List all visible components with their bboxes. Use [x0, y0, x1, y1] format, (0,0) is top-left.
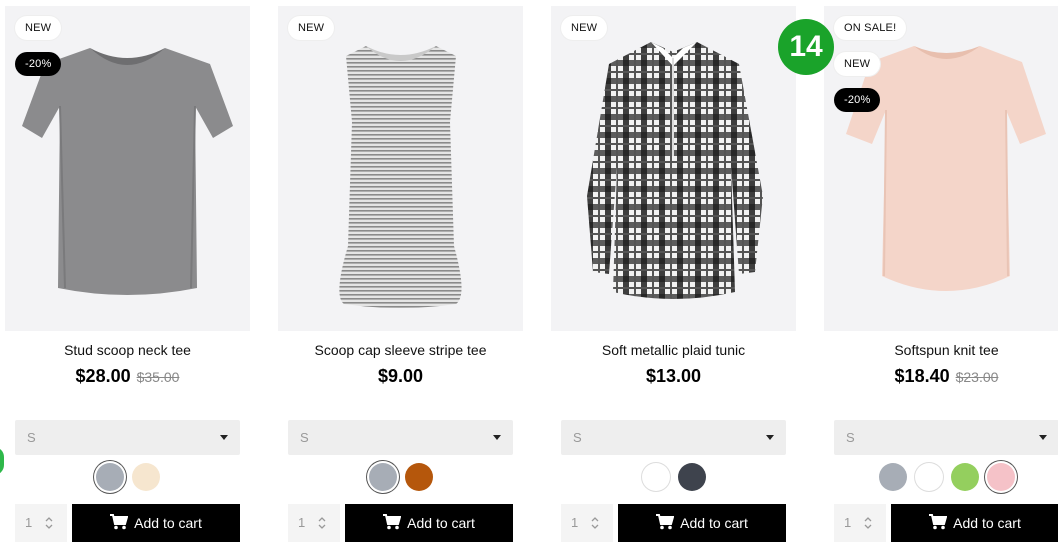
product-image[interactable]: NEW	[551, 6, 796, 331]
product-card: ON SALE! NEW -20% Softspun knit tee $18.…	[824, 0, 1058, 542]
discount-badge: -20%	[834, 88, 881, 112]
price-row: $28.00 $35.00	[5, 366, 250, 387]
stepper-arrows-icon[interactable]	[591, 516, 599, 530]
product-card: NEW -20% Stud scoop neck tee $28.00 $35.0…	[5, 0, 250, 542]
stepper-arrows-icon[interactable]	[318, 516, 326, 530]
size-select[interactable]: S	[288, 420, 513, 455]
quantity-value: 1	[844, 515, 852, 530]
size-select[interactable]: S	[834, 420, 1058, 455]
size-select[interactable]: S	[15, 420, 240, 455]
size-select[interactable]: S	[561, 420, 786, 455]
chevron-down-icon	[766, 435, 774, 440]
cart-icon	[929, 514, 948, 530]
stepper-arrows-icon[interactable]	[864, 516, 872, 530]
product-name[interactable]: Soft metallic plaid tunic	[551, 342, 796, 358]
product-card: NEW Soft metallic plaid tunic $13.00 S 1…	[551, 0, 796, 542]
stepper-arrows-icon[interactable]	[45, 516, 53, 530]
color-swatches	[824, 463, 1058, 491]
price-row: $13.00	[551, 366, 796, 387]
old-price: $35.00	[136, 369, 180, 385]
color-swatches	[5, 463, 250, 491]
color-swatch[interactable]	[914, 463, 943, 491]
quantity-stepper[interactable]: 1	[15, 504, 67, 542]
product-image[interactable]: NEW -20%	[5, 6, 250, 331]
quantity-value: 1	[25, 515, 33, 530]
price-row: $18.40 $23.00	[824, 366, 1058, 387]
color-swatch[interactable]	[986, 463, 1015, 491]
price: $9.00	[377, 366, 424, 386]
quantity-stepper[interactable]: 1	[561, 504, 613, 542]
add-to-cart-label: Add to cart	[134, 515, 202, 531]
new-badge: NEW	[834, 52, 881, 76]
count-badge: 14	[778, 19, 834, 75]
product-name[interactable]: Stud scoop neck tee	[5, 342, 250, 358]
quantity-stepper[interactable]: 1	[834, 504, 886, 542]
color-swatches	[551, 463, 796, 491]
new-badge: NEW	[15, 16, 62, 40]
quantity-value: 1	[571, 515, 579, 530]
add-to-cart-label: Add to cart	[407, 515, 475, 531]
color-swatch[interactable]	[131, 463, 160, 491]
color-swatch[interactable]	[404, 463, 433, 491]
product-card: NEW Scoop cap sleeve stripe tee $9.00 S …	[278, 0, 523, 542]
price: $13.00	[645, 366, 702, 386]
color-swatch[interactable]	[878, 463, 907, 491]
chevron-down-icon	[220, 435, 228, 440]
add-to-cart-button[interactable]: Add to cart	[72, 504, 240, 542]
chevron-down-icon	[1039, 435, 1047, 440]
size-value: S	[846, 430, 855, 445]
cart-icon	[383, 514, 402, 530]
quantity-value: 1	[298, 515, 306, 530]
size-value: S	[300, 430, 309, 445]
new-badge: NEW	[288, 16, 335, 40]
on-sale-badge: ON SALE!	[834, 16, 907, 40]
stripe-tee-image	[339, 46, 462, 308]
cart-icon	[656, 514, 675, 530]
product-image[interactable]: NEW	[278, 6, 523, 331]
price: $18.40	[894, 366, 950, 386]
add-to-cart-button[interactable]: Add to cart	[345, 504, 513, 542]
product-name[interactable]: Scoop cap sleeve stripe tee	[278, 342, 523, 358]
quantity-stepper[interactable]: 1	[288, 504, 340, 542]
color-swatch[interactable]	[950, 463, 979, 491]
product-image[interactable]: ON SALE! NEW -20%	[824, 6, 1058, 331]
add-to-cart-label: Add to cart	[953, 515, 1021, 531]
color-swatch[interactable]	[95, 463, 124, 491]
add-to-cart-label: Add to cart	[680, 515, 748, 531]
product-grid: NEW -20% Stud scoop neck tee $28.00 $35.0…	[0, 0, 1058, 542]
size-value: S	[27, 430, 36, 445]
discount-badge: -20%	[15, 52, 62, 76]
color-swatch[interactable]	[368, 463, 397, 491]
chevron-down-icon	[493, 435, 501, 440]
product-name[interactable]: Softspun knit tee	[824, 342, 1058, 358]
add-to-cart-button[interactable]: Add to cart	[891, 504, 1058, 542]
old-price: $23.00	[955, 369, 999, 385]
color-swatch[interactable]	[677, 463, 706, 491]
size-value: S	[573, 430, 582, 445]
cart-icon	[110, 514, 129, 530]
color-swatches	[278, 463, 523, 491]
color-swatch[interactable]	[641, 463, 670, 491]
new-badge: NEW	[561, 16, 608, 40]
price: $28.00	[75, 366, 131, 386]
price-row: $9.00	[278, 366, 523, 387]
plaid-tunic-image	[587, 42, 763, 299]
add-to-cart-button[interactable]: Add to cart	[618, 504, 786, 542]
